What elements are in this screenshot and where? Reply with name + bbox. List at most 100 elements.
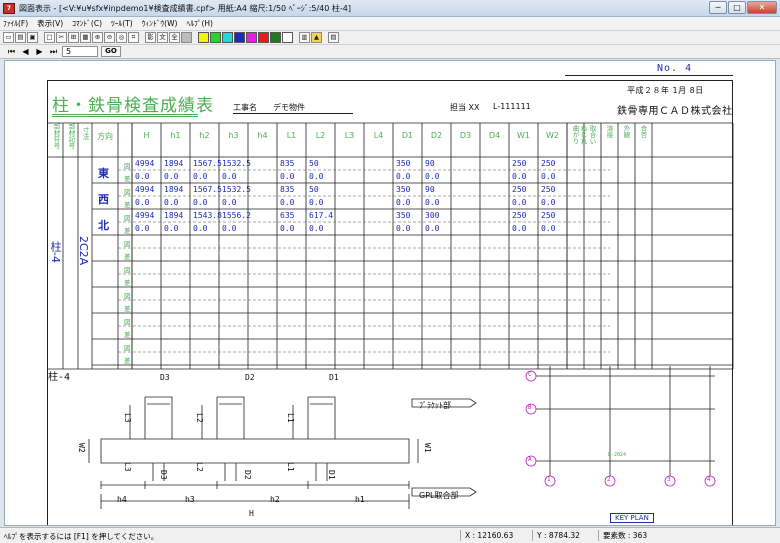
table-cell: 0.0 — [512, 172, 527, 181]
dim-w1-label: W1 — [423, 443, 432, 453]
dim-D-low-label: D1 — [327, 470, 336, 480]
extra-header-0: ねじれ・曲がり — [571, 125, 587, 151]
menu-window[interactable]: ｳｨﾝﾄﾞｳ(W) — [142, 18, 178, 29]
app-icon[interactable]: 7 — [3, 2, 15, 14]
status-help-text: ﾍﾙﾌﾟを表示するには [F1] を押してください。 — [4, 532, 159, 541]
zoom-in-icon[interactable]: ⊕ — [92, 32, 103, 43]
dim-top-label: D2 — [245, 373, 255, 382]
color-swatch-blue[interactable] — [234, 32, 245, 43]
table-cell: 4994 — [135, 211, 155, 220]
table-cell: 250 — [541, 185, 556, 194]
row-type-label: 差 — [124, 227, 131, 235]
extra-header-1: 取合い — [588, 125, 596, 145]
page-nav-bar: ⏮ ◀ ▶ ⏭ 5 GO — [0, 45, 780, 59]
color-swatch-darkgreen[interactable] — [270, 32, 281, 43]
row-type-label: 図 — [124, 318, 131, 326]
keyplan-col-3: 3 — [667, 476, 671, 483]
menu-help[interactable]: ﾍﾙﾌﾟ(H) — [186, 18, 213, 29]
column-header-6: L2 — [315, 131, 326, 140]
table-cell: 0.0 — [425, 172, 440, 181]
open-icon[interactable]: ▭ — [3, 32, 14, 43]
table-cell: 350 — [396, 159, 411, 168]
grid-icon[interactable]: ⊞ — [68, 32, 79, 43]
column-header-4: h4 — [257, 131, 268, 140]
color-swatch-green[interactable] — [210, 32, 221, 43]
color-swatch-cyan[interactable] — [222, 32, 233, 43]
row-type-label: 差 — [124, 305, 131, 313]
drawing-canvas[interactable]: No. 4 柱・鉄骨検査成績表 工事名 デモ物件 担当 XX L-111111 … — [4, 60, 776, 526]
last-page-icon[interactable]: ⏭ — [48, 46, 59, 57]
bracket-bottom — [315, 463, 328, 481]
tile-icon[interactable]: ▦ — [80, 32, 91, 43]
table-cell: 50 — [309, 159, 319, 168]
all-button[interactable]: 全 — [169, 32, 180, 43]
menu-view[interactable]: 表示(V) — [37, 18, 63, 29]
table-cell: 0.0 — [280, 224, 295, 233]
table-cell: 0.0 — [396, 224, 411, 233]
close-button[interactable]: ✕ — [747, 1, 777, 14]
zoom-out-icon[interactable]: ⊖ — [104, 32, 115, 43]
dim-h-label: h3 — [185, 495, 195, 504]
first-page-icon[interactable]: ⏮ — [6, 46, 17, 57]
member-mark-cell: 2C2A — [77, 236, 90, 266]
table-cell: 0.0 — [280, 198, 295, 207]
table-cell: 0.0 — [193, 224, 208, 233]
table-cell: 0.0 — [541, 198, 556, 207]
keyplan-marker: L-2024 — [608, 452, 627, 458]
column-header-13: W1 — [517, 131, 530, 140]
dim-D-low-label: D3 — [159, 470, 168, 480]
table-cell: 0.0 — [512, 224, 527, 233]
bracket-bottom — [224, 463, 237, 481]
keyplan-row-A: A — [528, 456, 532, 463]
table-cell: 1556.2 — [222, 211, 251, 220]
print-icon[interactable]: ▤ — [15, 32, 26, 43]
measure-icon[interactable]: ⌗ — [128, 32, 139, 43]
table-cell: 0.0 — [541, 224, 556, 233]
zoom-fit-icon[interactable]: ◎ — [116, 32, 127, 43]
text-button[interactable]: 文 — [157, 32, 168, 43]
menu-file[interactable]: ﾌｧｲﾙ(F) — [3, 18, 28, 29]
row-type-label: 図 — [124, 162, 131, 170]
dimension-L — [129, 405, 294, 439]
keyplan-col-2: 2 — [607, 476, 611, 483]
menu-command[interactable]: ｺﾏﾝﾄﾞ(C) — [72, 18, 102, 29]
next-page-icon[interactable]: ▶ — [34, 46, 45, 57]
frame-icon[interactable]: □ — [44, 32, 55, 43]
color-swatch-yellow[interactable] — [198, 32, 209, 43]
page-number-input[interactable]: 5 — [62, 46, 98, 57]
color-swatch-white[interactable] — [282, 32, 293, 43]
dim-h-label: h4 — [117, 495, 127, 504]
cut-icon[interactable]: ✂ — [56, 32, 67, 43]
window-icon[interactable]: ▤ — [328, 32, 339, 43]
column-header-10: D2 — [430, 131, 443, 140]
menu-tools[interactable]: ﾂｰﾙ(T) — [111, 18, 133, 29]
status-x-coord: X : 12160.63 — [460, 530, 530, 541]
header-member-mark: 部材記号 — [67, 123, 75, 149]
keyplan-row-B: B — [528, 404, 532, 411]
dim-D-low-label: D2 — [243, 470, 252, 480]
bracket-top — [307, 396, 336, 439]
save-icon[interactable]: ▣ — [27, 32, 38, 43]
table-cell: 1567.5 — [193, 185, 222, 194]
table-cell: 0.0 — [396, 172, 411, 181]
direction-east: 東 — [98, 167, 109, 180]
window-title: 図面表示 - [<V:¥u¥sfx¥inpdemo1¥検査成績書.cpf> 用紙… — [19, 3, 351, 13]
row-type-label: 差 — [124, 175, 131, 183]
table-cell: 1532.5 — [222, 185, 251, 194]
extra-header-3: 外観 — [622, 125, 630, 138]
table-cell: 250 — [512, 185, 527, 194]
keyplan-col-1: 1 — [547, 476, 551, 483]
gray-icon[interactable] — [181, 32, 192, 43]
shadow-button[interactable]: 影 — [145, 32, 156, 43]
header-member-code: 部材符号 — [52, 123, 60, 149]
maximize-button[interactable]: □ — [728, 1, 746, 14]
column-header-1: h1 — [170, 131, 181, 140]
layer-icon[interactable]: ▥ — [299, 32, 310, 43]
color-swatch-magenta[interactable] — [246, 32, 257, 43]
color-swatch-red[interactable] — [258, 32, 269, 43]
car-icon[interactable]: ▲ — [311, 32, 322, 43]
go-button[interactable]: GO — [101, 46, 121, 57]
table-cell: 250 — [512, 211, 527, 220]
minimize-button[interactable]: ─ — [709, 1, 727, 14]
prev-page-icon[interactable]: ◀ — [20, 46, 31, 57]
